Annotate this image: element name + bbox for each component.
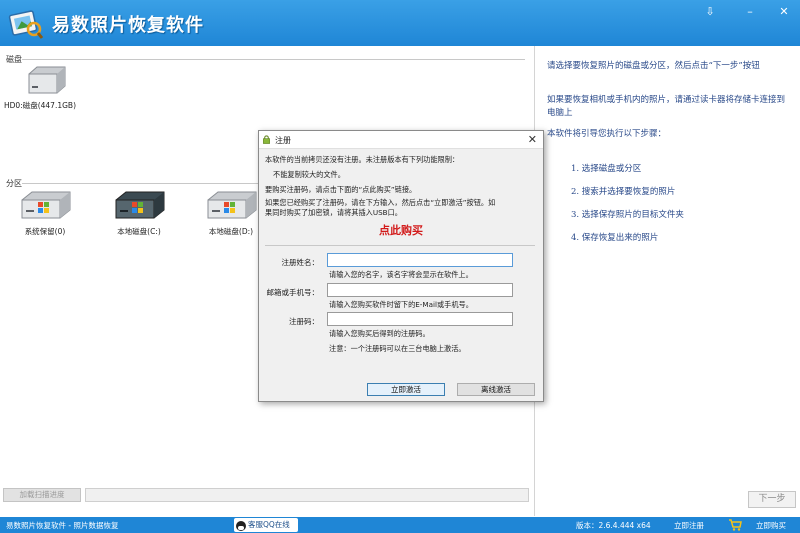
guide-step-1: 1. 选择磁盘或分区 xyxy=(571,164,642,174)
buy-now-link[interactable]: 点此购买 xyxy=(259,222,543,238)
email-hint: 请输入您购买软件时留下的E-Mail或手机号。 xyxy=(329,300,473,309)
app-logo-icon xyxy=(8,10,44,39)
lock-icon xyxy=(263,135,270,144)
dialog-activate-instruction-2: 果同时购买了加密锁，请将其插入USB口。 xyxy=(265,208,402,217)
load-scan-progress-button[interactable]: 加载扫描进度 xyxy=(3,488,81,502)
windows-drive-icon xyxy=(115,191,165,219)
disk-label: HD0:磁盘(447.1GB) xyxy=(4,101,76,110)
status-bar: 易数照片恢复软件 - 照片数据恢复 客服QQ在线 版本：2.6.4.444 x6… xyxy=(0,517,800,533)
next-step-button[interactable]: 下一步 xyxy=(748,491,796,508)
guide-step-3: 3. 选择保存照片的目标文件夹 xyxy=(571,210,684,220)
registration-dialog: 注册 ✕ 本软件的当前拷贝还没有注册。未注册版本有下列功能限制： 不能复制较大的… xyxy=(258,130,544,402)
dialog-limitation-text: 不能复制较大的文件。 xyxy=(273,170,345,179)
code-label: 注册码： xyxy=(289,317,319,326)
activation-note: 注意：一个注册码可以在三台电脑上激活。 xyxy=(329,344,466,353)
partition-item-system-reserved[interactable]: 系统保留(0) xyxy=(0,188,90,237)
partition-item-c[interactable]: 本地磁盘(C:) xyxy=(94,188,184,237)
dialog-title-bar: 注册 ✕ xyxy=(259,131,543,149)
guide-step-4: 4. 保存恢复出来的照片 xyxy=(571,233,659,243)
qq-support-button[interactable]: 客服QQ在线 xyxy=(234,518,298,532)
shopping-cart-icon xyxy=(729,519,742,531)
register-now-link[interactable]: 立即注册 xyxy=(674,520,704,531)
name-hint: 请输入您的名字，该名字将会显示在软件上。 xyxy=(329,270,473,279)
disk-section-divider xyxy=(22,59,525,60)
dialog-buy-instruction: 要购买注册码，请点击下面的“点此购买”链接。 xyxy=(265,185,417,194)
email-label: 邮箱或手机号： xyxy=(266,288,320,297)
dialog-activate-instruction-1: 如果您已经购买了注册码，请在下方输入，然后点击“立即激活”按钮。如 xyxy=(265,198,496,207)
dialog-close-button[interactable]: ✕ xyxy=(528,133,537,146)
hard-drive-icon xyxy=(28,66,66,94)
qq-penguin-icon xyxy=(236,521,246,531)
name-label: 注册姓名： xyxy=(281,258,320,267)
guide-paragraph-1: 请选择要恢复照片的磁盘或分区，然后点击“下一步”按钮 xyxy=(547,61,760,71)
activate-now-button[interactable]: 立即激活 xyxy=(367,383,445,396)
guide-step-2: 2. 搜索并选择要恢复的照片 xyxy=(571,187,676,197)
dialog-title: 注册 xyxy=(275,136,291,145)
app-title: 易数照片恢复软件 xyxy=(52,15,204,36)
partition-drive-icon xyxy=(21,191,71,219)
minimize-button[interactable]: – xyxy=(740,4,760,20)
menu-down-icon[interactable]: ⇩ xyxy=(700,4,720,20)
partition-label: 本地磁盘(C:) xyxy=(117,227,161,236)
code-hint: 请输入您购买后得到的注册码。 xyxy=(329,329,430,338)
version-text: 版本：2.6.4.444 x64 xyxy=(576,521,651,530)
partition-drive-icon xyxy=(207,191,257,219)
scan-progress-bar xyxy=(85,488,529,502)
dialog-unregistered-text: 本软件的当前拷贝还没有注册。未注册版本有下列功能限制： xyxy=(265,155,460,164)
offline-activate-button[interactable]: 离线激活 xyxy=(457,383,535,396)
guide-paragraph-2: 如果要恢复相机或手机内的照片，请通过读卡器将存储卡连接到电脑上 xyxy=(547,95,786,118)
dialog-divider xyxy=(265,245,535,246)
partition-label: 系统保留(0) xyxy=(24,227,66,236)
close-button[interactable]: ✕ xyxy=(774,4,794,20)
guide-panel: 请选择要恢复照片的磁盘或分区，然后点击“下一步”按钮 如果要恢复相机或手机内的照… xyxy=(534,46,800,516)
qq-support-label: 客服QQ在线 xyxy=(248,520,290,529)
name-input[interactable] xyxy=(327,253,513,267)
guide-paragraph-3: 本软件将引导您执行以下步骤： xyxy=(547,129,667,139)
registration-code-input[interactable] xyxy=(327,312,513,326)
buy-now-link[interactable]: 立即购买 xyxy=(756,520,786,531)
title-bar: 易数照片恢复软件 ⇩ – ✕ xyxy=(0,0,800,46)
status-app-text: 易数照片恢复软件 - 照片数据恢复 xyxy=(6,521,119,530)
email-input[interactable] xyxy=(327,283,513,297)
partition-section-divider xyxy=(22,183,258,184)
disk-item-hd0[interactable]: HD0:磁盘(447.1GB) xyxy=(0,64,92,111)
